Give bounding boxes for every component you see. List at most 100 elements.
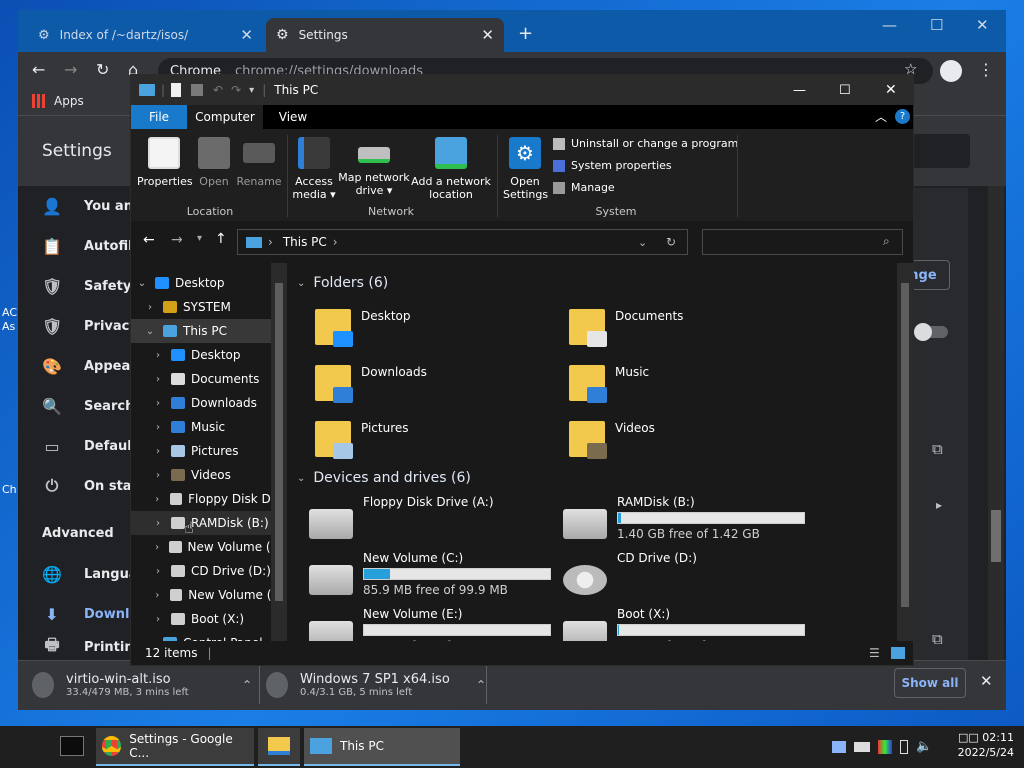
close-icon[interactable]: ✕ [885, 82, 897, 98]
chevron-up-icon[interactable]: ⌃ [242, 678, 252, 692]
tab-file[interactable]: File [131, 105, 187, 129]
sidebar-item-printing[interactable]: 🖶 Printing [42, 634, 142, 660]
tab-index-of-isos[interactable]: ⚙ Index of /~dartz/isos/ ✕ [28, 18, 263, 52]
volume-muted-icon[interactable]: 🔈 [916, 739, 932, 754]
properties-qat-icon[interactable] [171, 83, 182, 97]
nav-tree-item[interactable]: › Desktop [131, 343, 279, 367]
taskbar-chrome[interactable]: Settings - Google C... [96, 728, 254, 766]
maximize-icon[interactable]: ☐ [839, 83, 851, 98]
refresh-icon[interactable]: ↻ [666, 235, 676, 249]
terminal-icon[interactable] [60, 736, 84, 756]
new-tab-icon[interactable]: + [518, 23, 533, 44]
expand-chevron-icon[interactable]: › [151, 518, 165, 529]
show-all-button[interactable]: Show all [894, 668, 966, 698]
nav-tree-item[interactable]: › Boot (X:) [131, 607, 279, 631]
open-button[interactable]: Open [193, 133, 235, 188]
sidebar-item-safety-check[interactable]: 🛡 Safety c [42, 266, 144, 306]
sidebar-advanced[interactable]: Advanced [42, 513, 114, 553]
folder-item[interactable]: Downloads [315, 357, 565, 409]
expand-chevron-icon[interactable]: › [151, 350, 165, 361]
address-dropdown-icon[interactable]: ⌄ [638, 236, 647, 249]
keyboard-icon[interactable] [854, 741, 870, 752]
rename-button[interactable]: Rename [235, 133, 283, 188]
profile-avatar-icon[interactable] [940, 60, 962, 82]
system-properties-button[interactable]: System properties [553, 159, 672, 172]
nav-tree-item[interactable]: › Videos [131, 463, 279, 487]
chevron-up-icon[interactable]: ⌃ [476, 678, 486, 692]
expand-chevron-icon[interactable]: › [143, 302, 157, 313]
drive-item[interactable]: Floppy Disk Drive (A:) [309, 495, 559, 549]
expand-chevron-icon[interactable]: › [151, 494, 164, 505]
settings-scrollbar-thumb[interactable] [991, 510, 1001, 562]
undo-icon[interactable]: ↶ [213, 83, 223, 97]
settings-search-input[interactable] [910, 134, 970, 168]
sidebar-item-on-startup[interactable]: ⏻ On star [42, 466, 138, 506]
start-button[interactable] [14, 736, 36, 758]
uninstall-program-button[interactable]: Uninstall or change a program [553, 137, 738, 150]
back-icon[interactable]: ← [143, 232, 155, 248]
close-shelf-icon[interactable]: ✕ [980, 672, 993, 690]
expand-chevron-icon[interactable]: › [151, 470, 165, 481]
back-icon[interactable]: ← [32, 60, 45, 79]
sidebar-item-privacy[interactable]: 🛡 Privacy [42, 306, 138, 346]
recent-locations-icon[interactable]: ▾ [197, 233, 202, 244]
download-item[interactable]: virtio-win-alt.iso 33.4/479 MB, 3 mins l… [32, 668, 252, 702]
nav-tree-item[interactable]: › New Volume (C [131, 535, 279, 559]
nav-tree-item[interactable]: › Floppy Disk Dri [131, 487, 279, 511]
expand-chevron-icon[interactable]: › [151, 566, 165, 577]
expand-chevron-icon[interactable]: ⌄ [135, 278, 149, 289]
apps-shortcut[interactable]: Apps [32, 94, 84, 108]
nav-tree-item[interactable]: › RAMDisk (B:) [131, 511, 279, 535]
up-icon[interactable]: ↑ [215, 231, 227, 247]
minimize-icon[interactable]: — [793, 83, 806, 98]
tab-settings[interactable]: ⚙ Settings ✕ [266, 18, 504, 52]
network-icon[interactable] [832, 740, 846, 753]
folders-header[interactable]: ⌄ Folders (6) [297, 275, 388, 291]
chevron-right-icon[interactable]: ▸ [936, 498, 942, 512]
address-bar[interactable]: › This PC › ⌄ ↻ [237, 229, 688, 255]
expand-chevron-icon[interactable]: › [151, 590, 164, 601]
close-tab-icon[interactable]: ✕ [481, 26, 494, 44]
expand-chevron-icon[interactable]: › [151, 614, 165, 625]
sidebar-item-search-engine[interactable]: 🔍 Search [42, 386, 134, 426]
open-settings-button[interactable]: ⚙ Open Settings [503, 133, 548, 201]
chrome-menu-icon[interactable]: ⋮ [978, 60, 994, 79]
sidebar-item-downloads[interactable]: ⬇ Downlo [42, 594, 138, 634]
drive-item[interactable]: RAMDisk (B:) 1.40 GB free of 1.42 GB [563, 495, 813, 549]
nav-tree-item[interactable]: › Pictures [131, 439, 279, 463]
forward-icon[interactable]: → [64, 60, 77, 79]
nav-tree-item[interactable]: ⌄ Desktop [131, 271, 279, 295]
expand-chevron-icon[interactable]: ⌄ [143, 326, 157, 337]
folder-item[interactable]: Desktop [315, 301, 565, 353]
drive-item[interactable]: CD Drive (D:) [563, 551, 813, 605]
folder-item[interactable]: Music [569, 357, 819, 409]
nav-tree-item[interactable]: › Documents [131, 367, 279, 391]
tab-computer[interactable]: Computer [187, 105, 263, 129]
expand-chevron-icon[interactable]: › [151, 374, 165, 385]
collapse-ribbon-icon[interactable]: ︿ [875, 108, 887, 125]
map-network-drive-button[interactable]: Map network drive ▾ [337, 133, 411, 197]
add-network-location-button[interactable]: Add a network location [411, 133, 491, 201]
forward-icon[interactable]: → [171, 232, 183, 248]
folder-item[interactable]: Pictures [315, 413, 565, 465]
nav-tree-item[interactable]: › Music [131, 415, 279, 439]
tab-view[interactable]: View [263, 105, 323, 129]
close-tab-icon[interactable]: ✕ [240, 26, 253, 44]
download-item[interactable]: Windows 7 SP1 x64.iso 0.4/3.1 GB, 5 mins… [266, 668, 486, 702]
manage-button[interactable]: Manage [553, 181, 615, 194]
new-folder-qat-icon[interactable] [191, 84, 204, 96]
expand-chevron-icon[interactable]: › [151, 398, 165, 409]
minimize-icon[interactable]: — [882, 16, 897, 34]
color-icon[interactable] [878, 739, 892, 754]
nav-tree-item[interactable]: › New Volume (E [131, 583, 279, 607]
settings-scrollbar[interactable] [988, 186, 1004, 660]
sidebar-item-you-and-google[interactable]: 👤 You and [42, 186, 142, 226]
taskbar-file-explorer[interactable] [258, 728, 300, 766]
drive-item[interactable]: New Volume (E:)150 GB free of 150 GB [309, 607, 559, 641]
search-input[interactable]: ⌕ [702, 229, 903, 255]
tiles-view-icon[interactable] [891, 647, 905, 659]
content-scrollbar-thumb[interactable] [901, 283, 909, 607]
sidebar-item-languages[interactable]: 🌐 Langua [42, 554, 138, 594]
maximize-icon[interactable]: ☐ [930, 16, 943, 34]
expand-chevron-icon[interactable]: › [151, 422, 165, 433]
